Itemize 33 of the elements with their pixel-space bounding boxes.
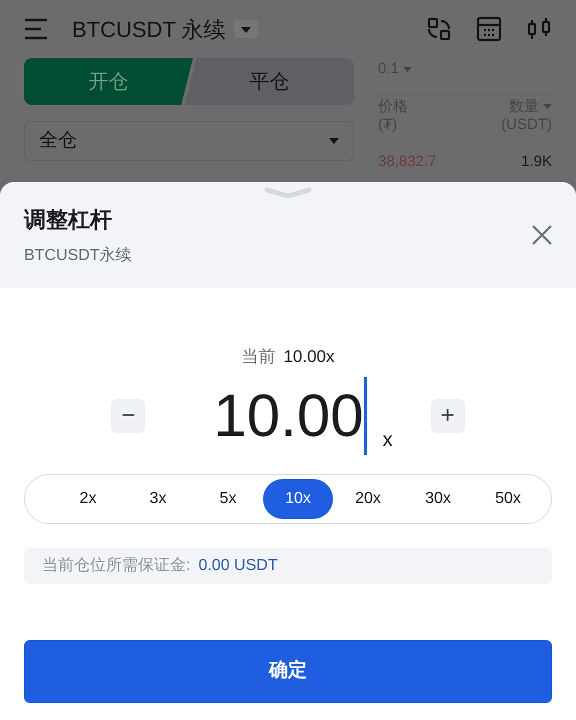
amount-cell-text: 1.9K (521, 152, 552, 172)
decrease-button[interactable]: − (111, 398, 146, 432)
leverage-chip[interactable]: 30x (403, 478, 473, 518)
drag-handle[interactable] (264, 187, 312, 199)
caret-icon (329, 137, 339, 145)
current-leverage: 10.00x (283, 346, 335, 368)
calculator-icon[interactable] (476, 16, 502, 42)
market-title[interactable]: BTCUSDT 永续 (72, 12, 226, 46)
current-label: 当前 (241, 346, 276, 368)
candlestick-icon[interactable] (526, 16, 552, 42)
confirm-button[interactable]: 确定 (24, 640, 552, 703)
leverage-chip[interactable]: 20x (333, 478, 403, 518)
margin-label: 当前仓位所需保证金: (42, 556, 190, 576)
margin-mode-select[interactable]: 全仓 (24, 121, 354, 161)
increase-button[interactable]: + (430, 398, 465, 432)
close-icon[interactable] (532, 225, 552, 245)
caret-icon[interactable] (543, 103, 552, 110)
dropdown-toggle[interactable] (234, 20, 258, 38)
leverage-chip[interactable]: 2x (53, 478, 123, 518)
leverage-chip[interactable]: 3x (123, 478, 193, 518)
leverage-chip[interactable]: 5x (193, 478, 263, 518)
unit-label: x (382, 428, 393, 452)
leverage-chip[interactable]: 50x (473, 478, 543, 518)
sheet-subtitle: BTCUSDT永续 (24, 246, 132, 266)
sheet-title: 调整杠杆 (24, 206, 113, 234)
leverage-input[interactable]: 10.00 (213, 386, 364, 446)
menu-icon[interactable] (24, 18, 48, 40)
swap-icon[interactable] (426, 16, 452, 42)
margin-value: 0.00 USDT (198, 556, 278, 576)
caret-icon (240, 24, 252, 35)
caret-icon (402, 66, 412, 73)
leverage-chip[interactable]: 10x (263, 478, 333, 518)
column-unit: (₮) (378, 116, 398, 135)
